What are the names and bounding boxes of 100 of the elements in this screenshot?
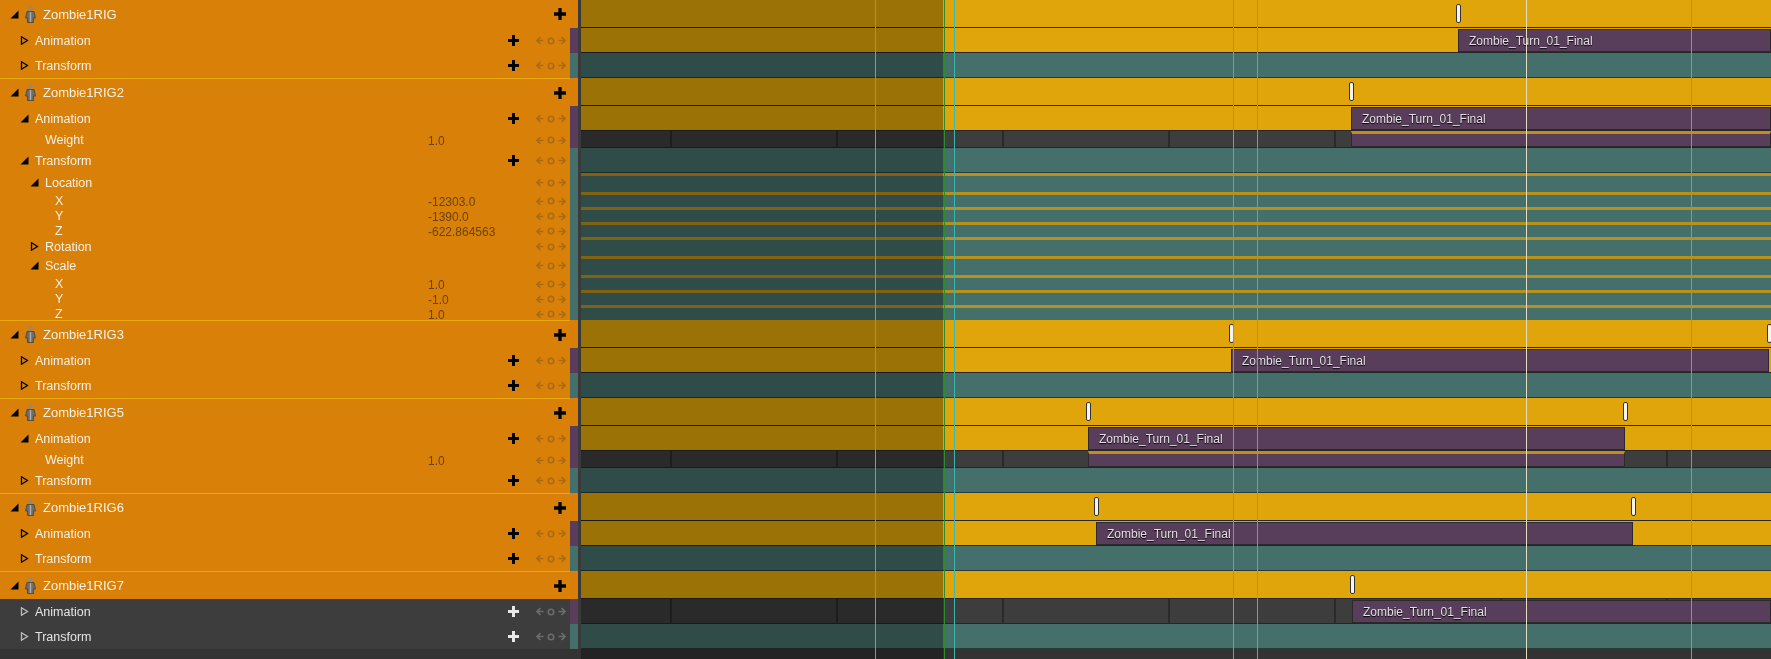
section-handle[interactable] — [1350, 575, 1355, 594]
track-label[interactable]: Animation — [35, 353, 91, 368]
section-handle[interactable] — [1631, 497, 1636, 516]
section-handle[interactable] — [1086, 402, 1091, 421]
add-key-icon[interactable] — [547, 197, 555, 205]
add-key-icon[interactable] — [547, 156, 555, 165]
next-key-icon[interactable] — [558, 434, 566, 443]
track-header[interactable]: Transform — [0, 546, 570, 571]
track-header[interactable]: Location — [0, 173, 570, 192]
previous-key-icon[interactable] — [536, 211, 544, 221]
previous-key-icon[interactable] — [536, 455, 544, 465]
track-label[interactable]: Zombie1RIG — [43, 6, 117, 22]
previous-key-icon[interactable] — [536, 196, 544, 206]
previous-key-icon[interactable] — [536, 114, 544, 123]
panel-splitter[interactable] — [578, 599, 581, 624]
add-key-icon[interactable] — [547, 36, 555, 45]
add-key-icon[interactable] — [547, 381, 555, 390]
expanded-arrow-icon[interactable] — [20, 114, 29, 123]
track-label[interactable]: X — [55, 277, 64, 291]
track-label[interactable]: Zombie1RIG6 — [43, 500, 124, 515]
add-key-icon[interactable] — [547, 529, 555, 538]
track-label[interactable]: Animation — [35, 111, 91, 126]
add-key-icon[interactable] — [547, 114, 555, 123]
section-handle[interactable] — [1623, 402, 1628, 421]
expanded-arrow-icon[interactable] — [10, 330, 19, 339]
panel-splitter[interactable] — [578, 398, 581, 426]
panel-splitter[interactable] — [578, 0, 581, 28]
next-key-icon[interactable] — [558, 61, 566, 70]
expanded-arrow-icon[interactable] — [10, 88, 19, 97]
collapsed-arrow-icon[interactable] — [20, 476, 29, 485]
panel-splitter[interactable] — [578, 207, 581, 222]
next-key-icon[interactable] — [558, 242, 566, 251]
add-icon[interactable] — [507, 433, 519, 444]
collapsed-arrow-icon[interactable] — [20, 61, 29, 70]
add-icon[interactable] — [554, 86, 566, 99]
panel-splitter[interactable] — [578, 348, 581, 373]
panel-splitter[interactable] — [578, 468, 581, 493]
collapsed-arrow-icon[interactable] — [20, 36, 29, 45]
panel-splitter[interactable] — [578, 624, 581, 649]
track-header[interactable]: Animation — [0, 28, 570, 53]
section-handle[interactable] — [1349, 82, 1354, 101]
previous-key-icon[interactable] — [536, 156, 544, 165]
track-label[interactable]: Z — [55, 307, 63, 321]
panel-splitter[interactable] — [578, 373, 581, 398]
track-header[interactable]: Weight 1.0 — [0, 131, 570, 148]
previous-key-icon[interactable] — [536, 434, 544, 443]
expanded-arrow-icon[interactable] — [30, 261, 39, 270]
collapsed-arrow-icon[interactable] — [20, 632, 29, 641]
add-key-icon[interactable] — [547, 136, 555, 144]
track-label[interactable]: Rotation — [45, 239, 92, 254]
section-clip[interactable]: Zombie_Turn_01_Final — [1096, 522, 1633, 545]
next-key-icon[interactable] — [558, 114, 566, 123]
track-header[interactable]: Zombie1RIG3 — [0, 320, 570, 348]
previous-key-icon[interactable] — [536, 226, 544, 236]
panel-splitter[interactable] — [578, 237, 581, 256]
track-label[interactable]: Scale — [45, 258, 77, 273]
track-header[interactable]: Zombie1RIG2 — [0, 78, 570, 106]
previous-key-icon[interactable] — [536, 242, 544, 251]
previous-key-icon[interactable] — [536, 261, 544, 270]
add-icon[interactable] — [507, 60, 519, 71]
previous-key-icon[interactable] — [536, 36, 544, 45]
section-clip[interactable]: Zombie_Turn_01_Final — [1352, 600, 1771, 623]
previous-key-icon[interactable] — [536, 632, 544, 641]
add-key-icon[interactable] — [547, 607, 555, 616]
add-key-icon[interactable] — [547, 242, 555, 251]
panel-splitter[interactable] — [578, 426, 581, 451]
track-label[interactable]: Animation — [35, 431, 91, 446]
panel-splitter[interactable] — [578, 256, 581, 275]
collapsed-arrow-icon[interactable] — [20, 554, 29, 563]
add-key-icon[interactable] — [547, 280, 555, 288]
section-handle[interactable] — [1456, 4, 1461, 23]
add-key-icon[interactable] — [547, 434, 555, 443]
panel-splitter[interactable] — [578, 53, 581, 78]
track-label[interactable]: Zombie1RIG2 — [43, 85, 124, 100]
track-header[interactable]: X 1.0 — [0, 275, 570, 290]
add-icon[interactable] — [507, 553, 519, 564]
track-header[interactable]: Animation — [0, 599, 570, 624]
track-header[interactable]: Animation — [0, 521, 570, 546]
track-label[interactable]: Zombie1RIG7 — [43, 578, 124, 593]
panel-splitter[interactable] — [578, 173, 581, 192]
panel-splitter[interactable] — [578, 521, 581, 546]
add-key-icon[interactable] — [547, 632, 555, 641]
collapsed-arrow-icon[interactable] — [20, 529, 29, 538]
panel-splitter[interactable] — [578, 222, 581, 237]
next-key-icon[interactable] — [558, 529, 566, 538]
track-label[interactable]: Transform — [35, 378, 92, 393]
add-key-icon[interactable] — [547, 178, 555, 187]
previous-key-icon[interactable] — [536, 476, 544, 485]
add-key-icon[interactable] — [547, 554, 555, 563]
next-key-icon[interactable] — [558, 211, 566, 221]
previous-key-icon[interactable] — [536, 135, 544, 145]
track-label[interactable]: Animation — [35, 33, 91, 48]
panel-splitter[interactable] — [578, 106, 581, 131]
track-header[interactable]: Transform — [0, 53, 570, 78]
expanded-arrow-icon[interactable] — [10, 503, 19, 512]
previous-key-icon[interactable] — [536, 61, 544, 70]
panel-splitter[interactable] — [578, 290, 581, 305]
track-header[interactable]: Zombie1RIG7 — [0, 571, 570, 599]
panel-splitter[interactable] — [578, 192, 581, 207]
track-header[interactable]: Zombie1RIG5 — [0, 398, 570, 426]
